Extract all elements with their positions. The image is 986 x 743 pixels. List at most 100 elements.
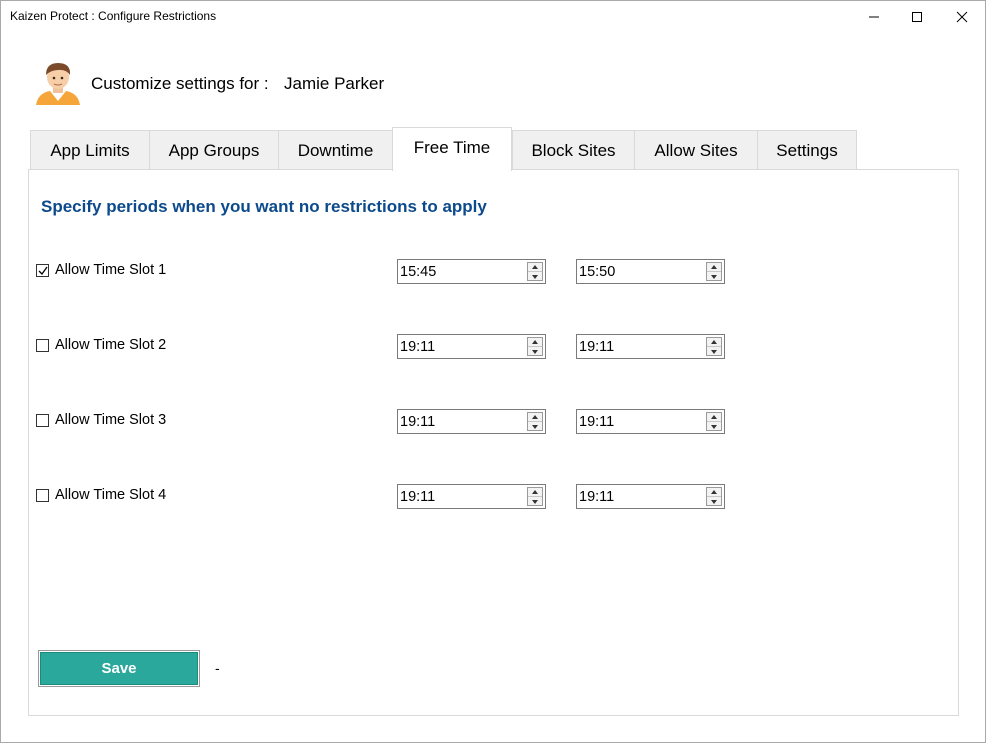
tab-app-groups[interactable]: App Groups [149, 130, 279, 170]
time-slot-row: Allow Time Slot 1 15:45 15:50 [29, 259, 958, 285]
arrow-down-icon [532, 424, 538, 429]
arrow-down-icon [532, 274, 538, 279]
time-spinner [706, 487, 722, 506]
time-spinner [527, 412, 543, 431]
arrow-down-icon [711, 424, 717, 429]
spin-up-button[interactable] [707, 263, 721, 272]
spin-down-button[interactable] [528, 272, 542, 281]
tab-label: Settings [776, 140, 838, 160]
time-value: 19:11 [400, 339, 436, 355]
tab-label: App Groups [168, 140, 260, 160]
arrow-up-icon [711, 265, 717, 269]
slot-2-start-time[interactable]: 19:11 [397, 334, 546, 359]
tab-label: Block Sites [531, 140, 616, 160]
slot-2-checkbox[interactable] [36, 339, 49, 352]
arrow-up-icon [711, 415, 717, 419]
time-slot-row: Allow Time Slot 4 19:11 19:11 [29, 484, 958, 510]
user-name: Jamie Parker [284, 74, 385, 93]
maximize-icon [912, 11, 922, 22]
save-button-frame: Save [38, 650, 200, 687]
save-button[interactable]: Save [40, 652, 198, 685]
arrow-down-icon [532, 349, 538, 354]
time-spinner [706, 412, 722, 431]
time-spinner [527, 487, 543, 506]
tab-label: Allow Sites [654, 140, 738, 160]
arrow-up-icon [711, 340, 717, 344]
free-time-panel: Specify periods when you want no restric… [28, 169, 959, 716]
time-value: 19:11 [400, 489, 436, 505]
time-spinner [706, 262, 722, 281]
arrow-down-icon [532, 499, 538, 504]
time-value: 19:11 [579, 339, 615, 355]
spin-down-button[interactable] [707, 347, 721, 356]
spin-up-button[interactable] [528, 263, 542, 272]
time-value: 19:11 [579, 489, 615, 505]
tab-settings[interactable]: Settings [757, 130, 857, 170]
slot-4-start-time[interactable]: 19:11 [397, 484, 546, 509]
arrow-down-icon [711, 274, 717, 279]
spin-up-button[interactable] [707, 338, 721, 347]
arrow-up-icon [532, 340, 538, 344]
maximize-button[interactable] [894, 1, 940, 32]
title-bar: Kaizen Protect : Configure Restrictions [1, 1, 985, 32]
slot-1-checkbox[interactable] [36, 264, 49, 277]
time-spinner [527, 262, 543, 281]
tab-app-limits[interactable]: App Limits [30, 130, 150, 170]
time-slot-row: Allow Time Slot 2 19:11 19:11 [29, 334, 958, 360]
time-spinner [706, 337, 722, 356]
time-value: 19:11 [400, 414, 436, 430]
arrow-down-icon [711, 349, 717, 354]
spin-up-button[interactable] [528, 488, 542, 497]
customize-label: Customize settings for : [91, 74, 269, 93]
status-text: - [215, 660, 220, 676]
tab-label: App Limits [50, 140, 130, 160]
spin-down-button[interactable] [528, 422, 542, 431]
close-icon [956, 11, 968, 22]
check-icon [38, 266, 48, 275]
time-value: 15:50 [579, 264, 616, 280]
slot-4-label: Allow Time Slot 4 [55, 487, 167, 503]
time-value: 15:45 [400, 264, 437, 280]
spin-down-button[interactable] [707, 272, 721, 281]
slot-3-start-time[interactable]: 19:11 [397, 409, 546, 434]
slot-2-end-time[interactable]: 19:11 [576, 334, 725, 359]
arrow-up-icon [711, 490, 717, 494]
slot-4-end-time[interactable]: 19:11 [576, 484, 725, 509]
slot-4-checkbox[interactable] [36, 489, 49, 502]
slot-1-end-time[interactable]: 15:50 [576, 259, 725, 284]
spin-down-button[interactable] [528, 497, 542, 506]
close-button[interactable] [939, 1, 985, 32]
app-window: Kaizen Protect : Configure Restrictions … [0, 0, 986, 743]
slot-1-label: Allow Time Slot 1 [55, 262, 167, 278]
slot-3-label: Allow Time Slot 3 [55, 412, 167, 428]
spin-up-button[interactable] [707, 488, 721, 497]
spin-down-button[interactable] [707, 497, 721, 506]
tab-label: Free Time [413, 137, 491, 157]
slot-2-label: Allow Time Slot 2 [55, 337, 167, 353]
spin-up-button[interactable] [707, 413, 721, 422]
time-slot-row: Allow Time Slot 3 19:11 19:11 [29, 409, 958, 435]
tab-block-sites[interactable]: Block Sites [512, 130, 635, 170]
spin-down-button[interactable] [528, 347, 542, 356]
arrow-up-icon [532, 490, 538, 494]
slot-3-end-time[interactable]: 19:11 [576, 409, 725, 434]
slot-1-start-time[interactable]: 15:45 [397, 259, 546, 284]
tab-allow-sites[interactable]: Allow Sites [634, 130, 758, 170]
time-spinner [527, 337, 543, 356]
spin-down-button[interactable] [707, 422, 721, 431]
minimize-button[interactable] [851, 1, 897, 32]
arrow-down-icon [711, 499, 717, 504]
arrow-up-icon [532, 415, 538, 419]
tab-downtime[interactable]: Downtime [278, 130, 393, 170]
panel-heading: Specify periods when you want no restric… [41, 197, 487, 216]
arrow-up-icon [532, 265, 538, 269]
minimize-icon [869, 16, 879, 17]
time-value: 19:11 [579, 414, 615, 430]
user-avatar-icon [36, 63, 80, 105]
slot-3-checkbox[interactable] [36, 414, 49, 427]
spin-up-button[interactable] [528, 338, 542, 347]
tab-label: Downtime [297, 140, 374, 160]
spin-up-button[interactable] [528, 413, 542, 422]
window-title: Kaizen Protect : Configure Restrictions [10, 9, 217, 23]
tab-free-time[interactable]: Free Time [392, 127, 512, 171]
